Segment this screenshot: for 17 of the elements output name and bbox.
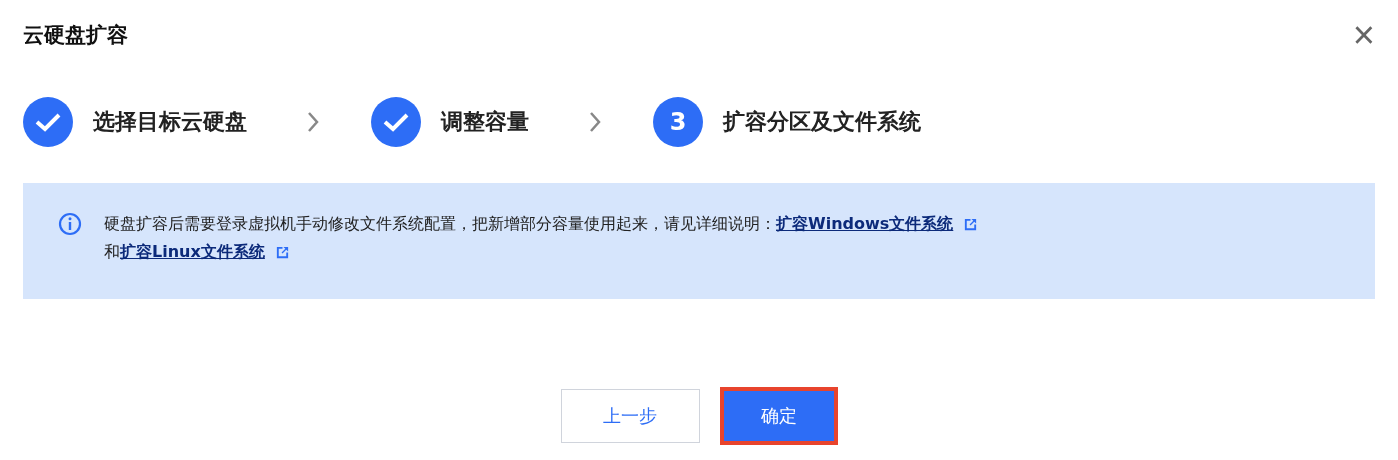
chevron-right-icon [307, 111, 319, 133]
external-link-icon [274, 244, 290, 260]
external-link-icon [963, 216, 979, 232]
confirm-button[interactable]: 确定 [719, 387, 838, 445]
notice-text: 硬盘扩容后需要登录虚拟机手动修改文件系统配置，把新增部分容量使用起来，请见详细说明： [104, 213, 776, 235]
close-button[interactable]: × [1352, 20, 1375, 50]
notice-text: 和 [104, 241, 120, 263]
back-button[interactable]: 上一步 [560, 389, 700, 443]
step-label: 扩容分区及文件系统 [723, 108, 921, 136]
dialog-title: 云硬盘扩容 [23, 22, 128, 49]
step-label: 选择目标云硬盘 [93, 108, 247, 136]
doc-link[interactable]: 扩容Windows文件系统 [776, 211, 954, 237]
doc-link[interactable]: 扩容Linux文件系统 [120, 239, 265, 265]
chevron-right-icon [589, 111, 601, 133]
info-icon [58, 212, 82, 236]
step-number: 3 [653, 97, 703, 147]
step-label: 调整容量 [441, 108, 529, 136]
